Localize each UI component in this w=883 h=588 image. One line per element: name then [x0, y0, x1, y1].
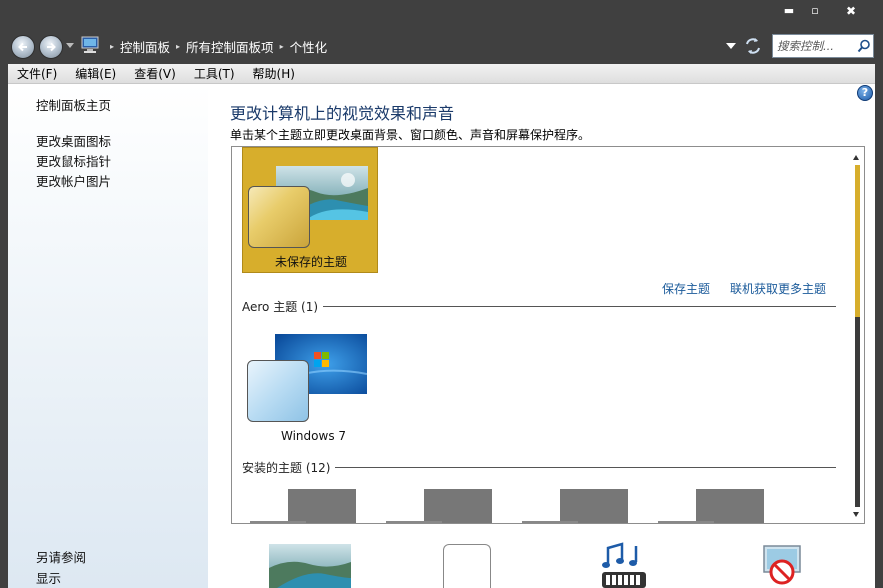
chevron-right-icon: ▸ — [110, 41, 115, 51]
installed-theme-swatch-edge — [386, 521, 442, 523]
page-subtitle: 单击某个主题立即更改桌面背景、窗口颜色、声音和屏幕保护程序。 — [230, 128, 591, 142]
sidebar: 控制面板主页 更改桌面图标 更改鼠标指针 更改帐户图片 另请参阅 显示 — [8, 84, 208, 588]
sidebar-change-mouse-pointers[interactable]: 更改鼠标指针 — [36, 151, 111, 170]
theme-list: 未保存的主题 保存主题 联机获取更多主题 Aero 主题 (1) Windows… — [231, 146, 865, 524]
menu-help[interactable]: 帮助(H) — [244, 65, 304, 82]
content-area: 控制面板主页 更改桌面图标 更改鼠标指针 更改帐户图片 另请参阅 显示 ? 更改… — [8, 84, 875, 588]
recent-pages-dropdown[interactable] — [66, 43, 74, 48]
breadcrumb-personalization[interactable]: 个性化 — [290, 37, 328, 56]
save-theme-link[interactable]: 保存主题 — [662, 280, 710, 297]
installed-theme-swatch-edge — [522, 521, 578, 523]
window-color-thumbnail[interactable] — [443, 544, 491, 588]
title-bar: ▬ ▫ ✖ — [0, 0, 883, 28]
aero-themes-heading: Aero 主题 (1) — [242, 298, 324, 315]
installed-theme-thumbnail[interactable] — [696, 489, 764, 523]
menu-edit[interactable]: 编辑(E) — [66, 65, 125, 82]
sidebar-control-panel-home[interactable]: 控制面板主页 — [36, 95, 111, 114]
section-divider — [242, 306, 836, 307]
theme-window-color-swatch — [248, 186, 310, 248]
sidebar-change-desktop-icons[interactable]: 更改桌面图标 — [36, 131, 111, 150]
installed-theme-thumbnail[interactable] — [424, 489, 492, 523]
forward-icon — [47, 42, 56, 52]
theme-label-unsaved: 未保存的主题 — [275, 255, 348, 269]
scroll-up-arrow[interactable] — [853, 155, 859, 160]
menu-file[interactable]: 文件(F) — [8, 65, 66, 82]
breadcrumb-control-panel[interactable]: 控制面板 — [120, 37, 170, 56]
maximize-button[interactable]: ▫ — [800, 0, 830, 24]
theme-label-windows7: Windows 7 — [281, 429, 347, 443]
music-notes-icon[interactable] — [598, 542, 650, 588]
scroll-thumb[interactable] — [855, 165, 860, 317]
theme-window-color-swatch — [247, 360, 309, 422]
installed-theme-swatch-edge — [658, 521, 714, 523]
back-icon — [18, 42, 27, 52]
get-more-themes-link[interactable]: 联机获取更多主题 — [730, 280, 826, 297]
breadcrumb-all-items[interactable]: 所有控制面板项 — [186, 37, 274, 56]
installed-theme-swatch-edge — [250, 521, 306, 523]
breadcrumb: ▸ 控制面板 ▸ 所有控制面板项 ▸ 个性化 — [104, 37, 327, 55]
search-box[interactable] — [772, 34, 874, 58]
chevron-right-icon[interactable]: ▸ — [280, 42, 284, 51]
control-panel-icon — [81, 36, 99, 53]
scroll-down-arrow[interactable] — [853, 512, 859, 517]
back-button[interactable] — [11, 35, 35, 59]
address-row: ▸ 控制面板 ▸ 所有控制面板项 ▸ 个性化 — [0, 28, 883, 64]
screensaver-icon[interactable] — [756, 542, 808, 588]
address-history-dropdown[interactable] — [726, 43, 736, 49]
desktop-background-thumbnail[interactable] — [269, 544, 351, 588]
close-button[interactable]: ✖ — [836, 0, 866, 24]
forward-button[interactable] — [39, 35, 63, 59]
refresh-icon[interactable] — [743, 37, 763, 55]
menu-bar: 文件(F) 编辑(E) 查看(V) 工具(T) 帮助(H) — [8, 64, 875, 84]
installed-themes-heading: 安装的主题 (12) — [242, 459, 336, 476]
sidebar-display-link[interactable]: 显示 — [36, 568, 61, 587]
installed-theme-thumbnail[interactable] — [288, 489, 356, 523]
search-icon[interactable] — [857, 39, 871, 53]
search-input[interactable] — [777, 37, 855, 55]
sidebar-change-account-picture[interactable]: 更改帐户图片 — [36, 171, 111, 190]
help-icon[interactable]: ? — [857, 85, 873, 101]
sidebar-see-also-heading: 另请参阅 — [36, 550, 87, 565]
menu-tools[interactable]: 工具(T) — [185, 65, 244, 82]
chevron-right-icon[interactable]: ▸ — [176, 42, 180, 51]
theme-list-scrollbar[interactable] — [849, 147, 864, 523]
menu-view[interactable]: 查看(V) — [125, 65, 185, 82]
installed-theme-thumbnail[interactable] — [560, 489, 628, 523]
theme-tile-windows7[interactable]: Windows 7 — [242, 327, 378, 447]
page-title: 更改计算机上的视觉效果和声音 — [230, 104, 455, 123]
theme-tile-unsaved[interactable]: 未保存的主题 — [242, 147, 378, 273]
